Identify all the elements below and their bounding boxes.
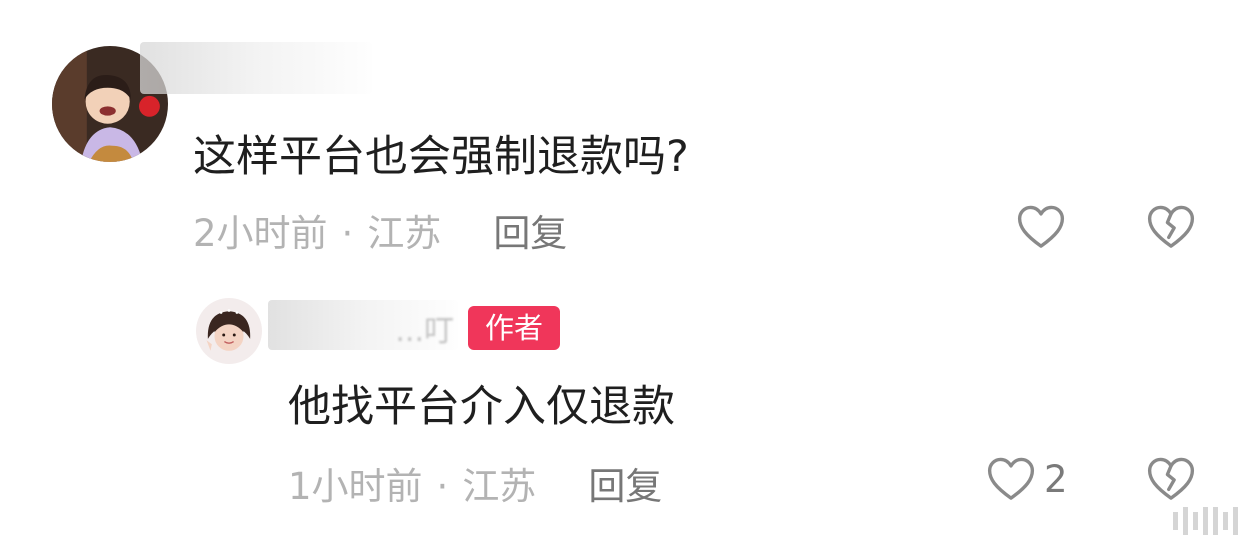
username-redacted[interactable]: ...叮 (268, 300, 458, 350)
redaction-blur (140, 42, 372, 94)
watermark-bar (1183, 507, 1188, 535)
dislike-button[interactable] (1144, 452, 1198, 510)
reply-button[interactable]: 回复 (588, 465, 662, 508)
dislike-button[interactable] (1144, 200, 1198, 258)
comment-location: 江苏 (367, 212, 442, 255)
meta-separator: · (436, 465, 449, 508)
like-count: 2 (1044, 457, 1068, 501)
comment-time: 1小时前 (288, 465, 423, 508)
author-badge: 作者 (468, 306, 560, 350)
avatar[interactable] (196, 298, 262, 364)
comment-location: 江苏 (462, 465, 537, 508)
broken-heart-icon (1147, 457, 1195, 500)
username-redacted[interactable] (140, 42, 372, 94)
watermark-bar (1233, 507, 1238, 535)
comment-text: 这样平台也会强制退款吗? (193, 132, 689, 182)
watermark-bar (1203, 507, 1208, 535)
watermark-bar (1213, 507, 1218, 535)
like-button[interactable]: 2 (984, 452, 1068, 506)
comment-time: 2小时前 (193, 212, 328, 255)
watermark-bar (1193, 512, 1198, 530)
meta-separator: · (341, 212, 354, 255)
comment-item: 这样平台也会强制退款吗? 2小时前 · 江苏 回复 (0, 0, 1260, 280)
heart-icon (987, 457, 1035, 500)
heart-icon (1017, 205, 1065, 248)
reply-button[interactable]: 回复 (493, 212, 567, 255)
comment-meta: 2小时前 · 江苏 回复 (193, 203, 567, 257)
avatar-image (196, 298, 262, 364)
watermark-bar (1173, 512, 1178, 530)
username-text: ...叮 (395, 314, 454, 349)
comment-text: 他找平台介入仅退款 (288, 382, 675, 432)
comment-meta: 1小时前 · 江苏 回复 (288, 456, 662, 510)
watermark-bar (1223, 512, 1228, 530)
watermark-logo (1048, 503, 1238, 539)
broken-heart-icon (1147, 205, 1195, 248)
like-button[interactable] (1014, 200, 1074, 254)
